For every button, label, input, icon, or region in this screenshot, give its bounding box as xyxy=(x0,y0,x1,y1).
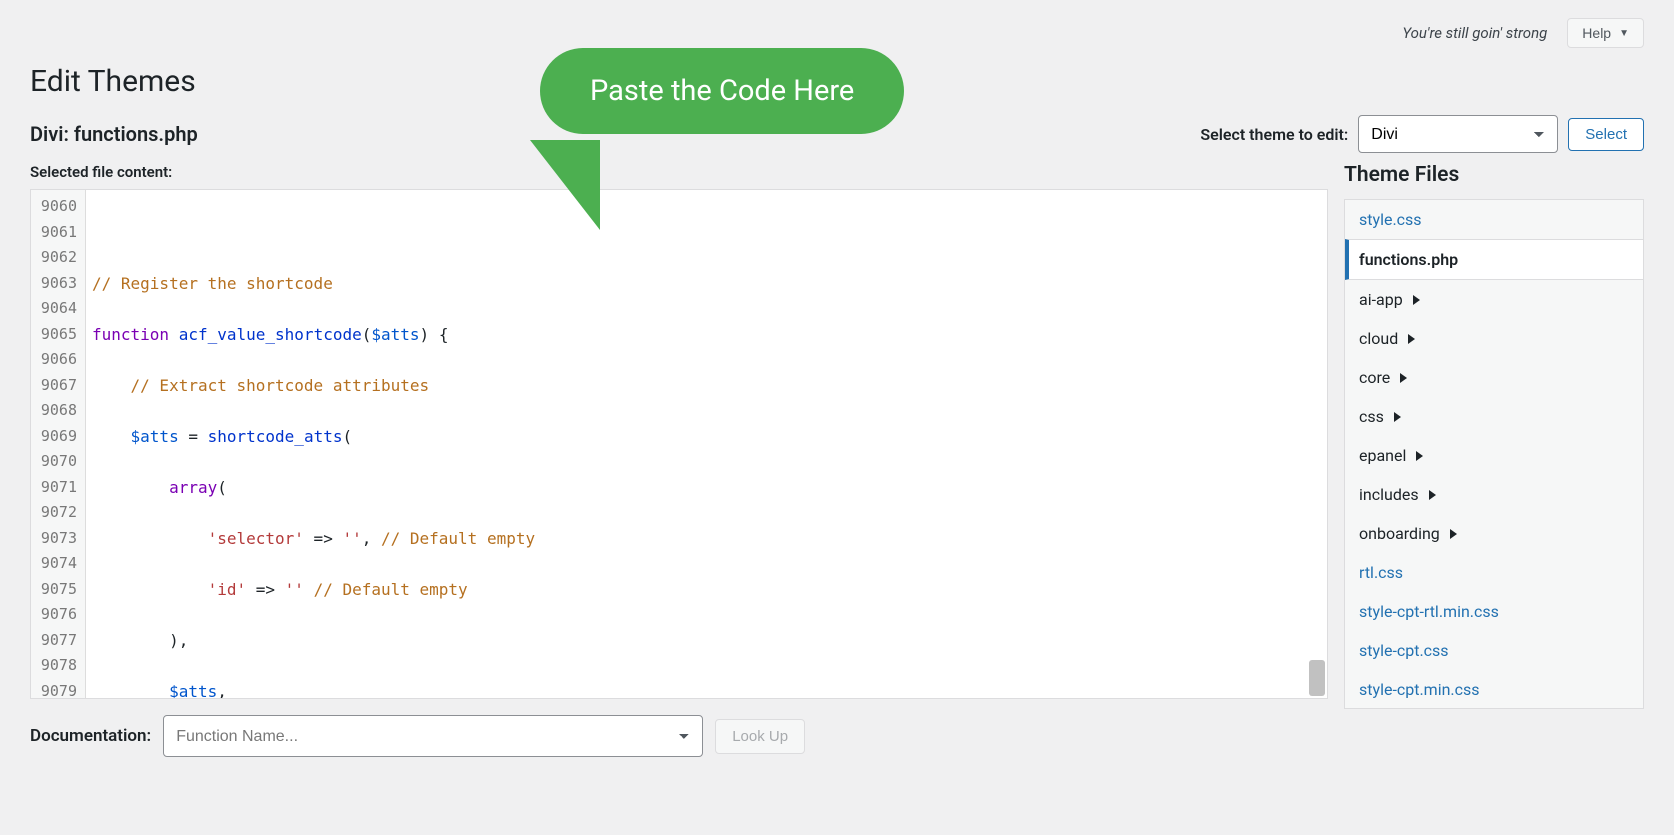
callout-bubble: Paste the Code Here xyxy=(540,48,904,134)
scrollbar-thumb[interactable] xyxy=(1309,660,1325,696)
lookup-button[interactable]: Look Up xyxy=(715,719,805,754)
code-editor[interactable]: 9060906190629063906490659066906790689069… xyxy=(30,189,1328,699)
select-theme-label: Select theme to edit: xyxy=(1200,125,1348,144)
line-gutter: 9060906190629063906490659066906790689069… xyxy=(31,190,86,698)
theme-select[interactable]: Divi xyxy=(1358,115,1558,153)
file-item-epanel[interactable]: epanel xyxy=(1345,436,1643,475)
callout-tail xyxy=(530,140,600,230)
documentation-select[interactable]: Function Name... xyxy=(163,715,703,757)
file-item-style-cpt-min-css[interactable]: style-cpt.min.css xyxy=(1345,670,1643,709)
code-content[interactable]: // Register the shortcode function acf_v… xyxy=(86,190,1327,698)
file-item-style-cpt-rtl-min-css[interactable]: style-cpt-rtl.min.css xyxy=(1345,592,1643,631)
selected-file-label: Selected file content: xyxy=(30,163,1328,181)
file-item-ai-app[interactable]: ai-app xyxy=(1345,280,1643,319)
theme-file-list[interactable]: style.cssfunctions.phpai-appcloudcorecss… xyxy=(1344,199,1644,709)
help-button[interactable]: Help xyxy=(1567,18,1644,48)
file-item-functions-php[interactable]: functions.php xyxy=(1345,239,1643,280)
file-item-cloud[interactable]: cloud xyxy=(1345,319,1643,358)
theme-files-title: Theme Files xyxy=(1344,163,1644,187)
file-item-style-css[interactable]: style.css xyxy=(1345,200,1643,239)
file-item-core[interactable]: core xyxy=(1345,358,1643,397)
status-message: You're still goin' strong xyxy=(1402,24,1547,42)
file-item-onboarding[interactable]: onboarding xyxy=(1345,514,1643,553)
file-item-rtl-css[interactable]: rtl.css xyxy=(1345,553,1643,592)
file-heading: Divi: functions.php xyxy=(30,122,198,146)
file-item-includes[interactable]: includes xyxy=(1345,475,1643,514)
file-item-css[interactable]: css xyxy=(1345,397,1643,436)
documentation-label: Documentation: xyxy=(30,726,151,746)
select-button[interactable]: Select xyxy=(1568,118,1644,151)
file-item-style-cpt-css[interactable]: style-cpt.css xyxy=(1345,631,1643,670)
